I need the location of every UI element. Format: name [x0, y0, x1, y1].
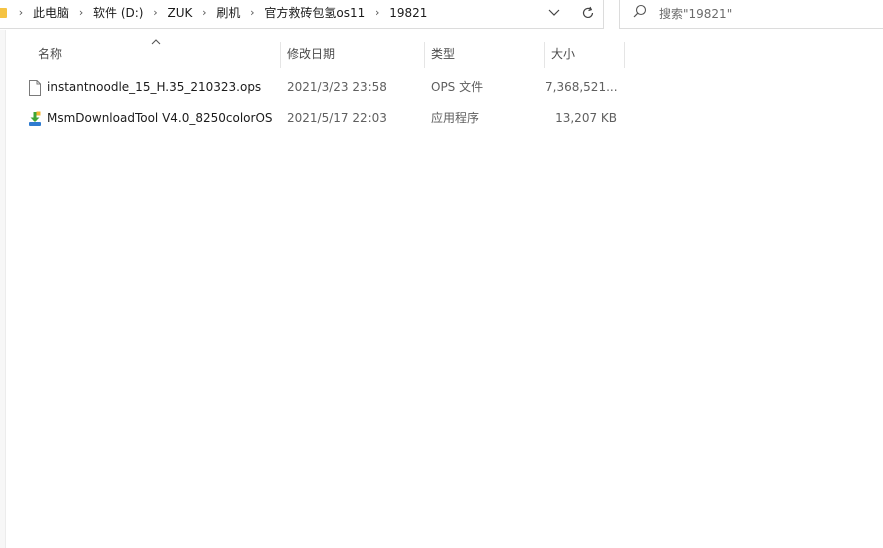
column-header-size[interactable]: 大小	[545, 38, 624, 70]
file-row[interactable]: MsmDownloadTool V4.0_8250colorOS 2021/5/…	[0, 103, 630, 134]
top-bar: › 此电脑 › 软件 (D:) › ZUK › 刷机 › 官方救砖包氢os11 …	[0, 0, 883, 30]
file-row[interactable]: instantnoodle_15_H.35_210323.ops 2021/3/…	[0, 72, 630, 103]
file-name[interactable]: instantnoodle_15_H.35_210323.ops	[47, 72, 279, 103]
folder-icon	[0, 7, 9, 19]
file-date: 2021/5/17 22:03	[287, 111, 387, 125]
column-header-type[interactable]: 类型	[425, 38, 544, 70]
search-input[interactable]: 搜索"19821"	[619, 0, 883, 29]
file-size: 13,207 KB	[555, 111, 617, 125]
chevron-right-icon[interactable]: ›	[244, 6, 260, 19]
search-icon	[633, 4, 647, 18]
breadcrumb-this-pc[interactable]: 此电脑	[29, 4, 73, 21]
breadcrumb-zuk[interactable]: ZUK	[163, 6, 196, 20]
chevron-right-icon[interactable]: ›	[147, 6, 163, 19]
column-header-date[interactable]: 修改日期	[281, 38, 424, 70]
download-tool-icon	[29, 111, 41, 126]
address-bar[interactable]: › 此电脑 › 软件 (D:) › ZUK › 刷机 › 官方救砖包氢os11 …	[0, 0, 604, 29]
chevron-right-icon[interactable]: ›	[13, 6, 29, 19]
breadcrumb: › 此电脑 › 软件 (D:) › ZUK › 刷机 › 官方救砖包氢os11 …	[0, 0, 431, 25]
column-header-name[interactable]: 名称	[32, 38, 280, 70]
breadcrumb-19821[interactable]: 19821	[385, 6, 431, 20]
breadcrumb-drive-d[interactable]: 软件 (D:)	[89, 4, 147, 21]
chevron-down-icon[interactable]	[543, 2, 565, 24]
breadcrumb-flash[interactable]: 刷机	[212, 4, 244, 21]
file-name[interactable]: MsmDownloadTool V4.0_8250colorOS	[47, 103, 279, 134]
file-date: 2021/3/23 23:58	[287, 80, 387, 94]
file-type: 应用程序	[431, 111, 480, 125]
file-size: 7,368,521...	[545, 80, 617, 94]
column-divider[interactable]	[624, 42, 625, 68]
chevron-right-icon[interactable]: ›	[196, 6, 212, 19]
column-header-row: 名称 修改日期 类型 大小	[0, 38, 630, 70]
document-icon	[29, 80, 41, 96]
chevron-right-icon[interactable]: ›	[73, 6, 89, 19]
file-type: OPS 文件	[431, 80, 484, 94]
chevron-right-icon[interactable]: ›	[369, 6, 385, 19]
breadcrumb-rescue-package[interactable]: 官方救砖包氢os11	[260, 4, 369, 21]
refresh-icon[interactable]	[577, 2, 599, 24]
search-placeholder: 搜索"19821"	[659, 7, 733, 21]
